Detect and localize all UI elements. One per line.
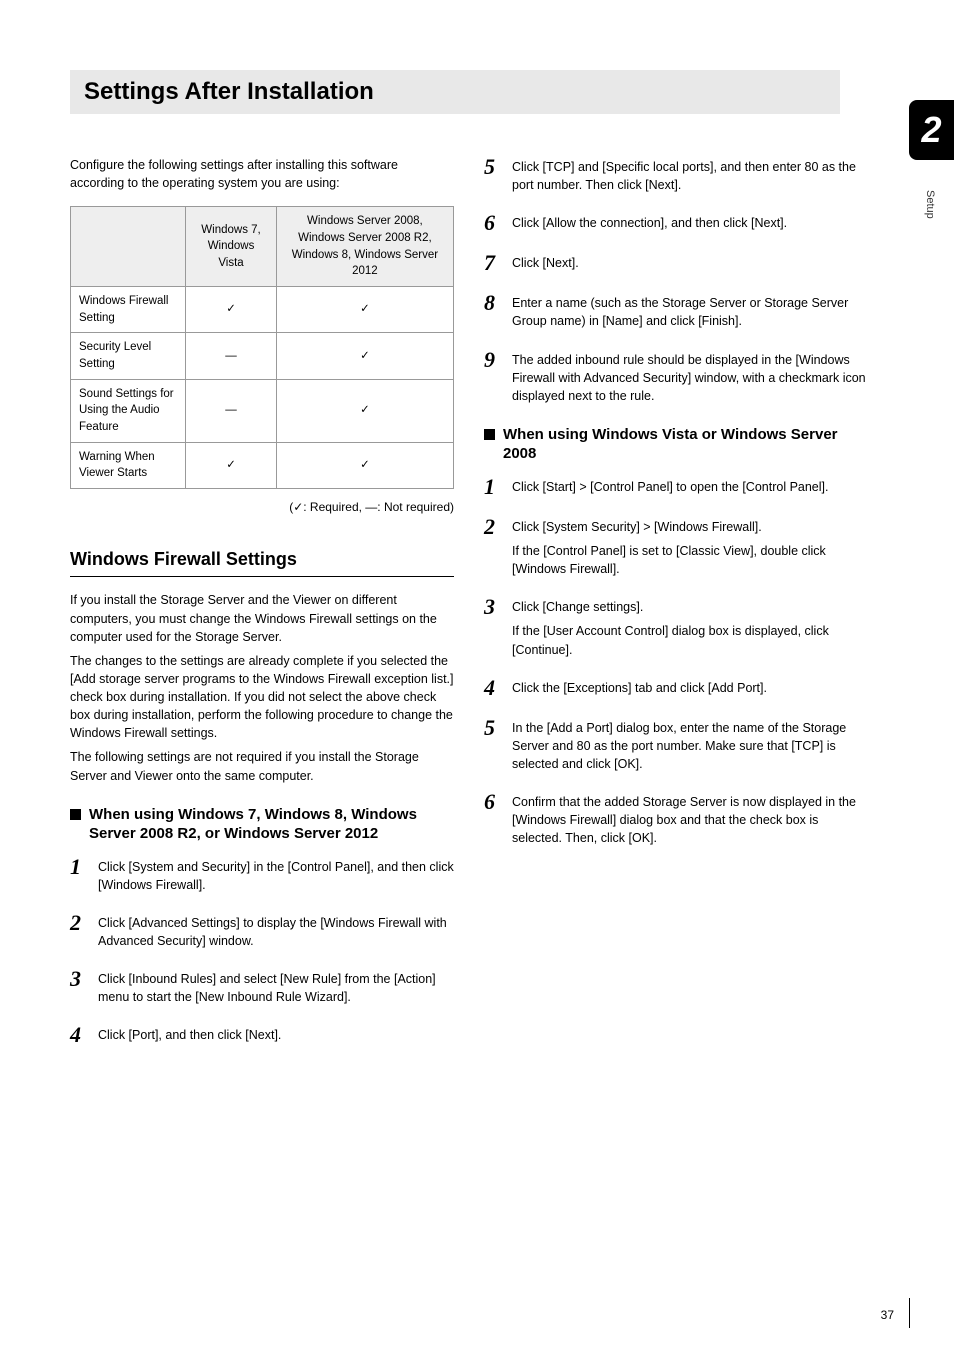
cell: — [186,333,277,379]
cell: ✓ [276,286,453,332]
cell: — [186,379,277,442]
step-item: 5 In the [Add a Port] dialog box, enter … [484,717,868,773]
step-text: In the [Add a Port] dialog box, enter th… [512,719,868,773]
step-text: Click [System and Security] in the [Cont… [98,856,454,894]
step-number: 8 [484,292,502,314]
step-text: Click [Advanced Settings] to display the… [98,912,454,950]
step-item: 6 Click [Allow the connection], and then… [484,212,868,234]
step-number: 3 [70,968,88,990]
step-item: 3 Click [Inbound Rules] and select [New … [70,968,454,1006]
step-item: 2 Click [Advanced Settings] to display t… [70,912,454,950]
step-number: 3 [484,596,502,618]
step-number: 6 [484,212,502,234]
step-number: 1 [70,856,88,878]
step-number: 2 [70,912,88,934]
cell: ✓ [276,379,453,442]
step-text: The added inbound rule should be display… [512,349,868,405]
step-number: 9 [484,349,502,371]
table-row: Security Level Setting — ✓ [71,333,454,379]
step-item: 1 Click [System and Security] in the [Co… [70,856,454,894]
para: The following settings are not required … [70,748,454,784]
row-label: Windows Firewall Setting [71,286,186,332]
step-number: 5 [484,156,502,178]
row-label: Security Level Setting [71,333,186,379]
step-item: 7 Click [Next]. [484,252,868,274]
step-item: 2 Click [System Security] > [Windows Fir… [484,516,868,578]
step-text: Enter a name (such as the Storage Server… [512,292,868,330]
step-number: 4 [70,1024,88,1046]
cell: ✓ [186,442,277,488]
settings-table: Windows 7, Windows Vista Windows Server … [70,206,454,489]
step-note: If the [User Account Control] dialog box… [512,622,868,658]
table-row: Warning When Viewer Starts ✓ ✓ [71,442,454,488]
intro-text: Configure the following settings after i… [70,156,454,192]
step-text: Click [Change settings]. [512,598,868,616]
step-number: 4 [484,677,502,699]
row-label: Warning When Viewer Starts [71,442,186,488]
step-note: If the [Control Panel] is set to [Classi… [512,542,868,578]
square-bullet-icon [484,429,495,440]
left-column: Configure the following settings after i… [70,156,454,1064]
step-item: 3 Click [Change settings]. If the [User … [484,596,868,658]
page-title: Settings After Installation [70,70,840,114]
cell: ✓ [276,442,453,488]
step-number: 1 [484,476,502,498]
step-text: Click the [Exceptions] tab and click [Ad… [512,679,868,697]
section-heading-firewall: Windows Firewall Settings [70,546,454,577]
table-row: Sound Settings for Using the Audio Featu… [71,379,454,442]
step-item: 4 Click [Port], and then click [Next]. [70,1024,454,1046]
step-text: Click [Allow the connection], and then c… [512,212,868,232]
step-item: 9 The added inbound rule should be displ… [484,349,868,405]
row-label: Sound Settings for Using the Audio Featu… [71,379,186,442]
square-bullet-icon [70,809,81,820]
th-blank [71,207,186,287]
th-col2: Windows Server 2008, Windows Server 2008… [276,207,453,287]
step-text: Confirm that the added Storage Server is… [512,793,868,847]
subheading-text: When using Windows 7, Windows 8, Windows… [89,805,454,844]
step-text: Click [TCP] and [Specific local ports], … [512,156,868,194]
para: The changes to the settings are already … [70,652,454,743]
page-footer-bar [909,1298,910,1328]
subheading-win7: When using Windows 7, Windows 8, Windows… [70,805,454,844]
step-item: 8 Enter a name (such as the Storage Serv… [484,292,868,330]
table-legend: (✓: Required, —: Not required) [70,499,454,516]
step-text: Click [Start] > [Control Panel] to open … [512,478,868,496]
cell: ✓ [186,286,277,332]
th-col1: Windows 7, Windows Vista [186,207,277,287]
subheading-vista: When using Windows Vista or Windows Serv… [484,425,868,464]
step-text: Click [Inbound Rules] and select [New Ru… [98,968,454,1006]
subheading-text: When using Windows Vista or Windows Serv… [503,425,868,464]
step-number: 7 [484,252,502,274]
table-row: Windows Firewall Setting ✓ ✓ [71,286,454,332]
cell: ✓ [276,333,453,379]
right-column: 5 Click [TCP] and [Specific local ports]… [484,156,868,1064]
step-item: 6 Confirm that the added Storage Server … [484,791,868,847]
para: If you install the Storage Server and th… [70,591,454,645]
step-text: Click [System Security] > [Windows Firew… [512,518,868,536]
step-text: Click [Port], and then click [Next]. [98,1024,454,1044]
step-number: 6 [484,791,502,813]
step-item: 1 Click [Start] > [Control Panel] to ope… [484,476,868,498]
step-text: Click [Next]. [512,252,868,272]
step-item: 4 Click the [Exceptions] tab and click [… [484,677,868,699]
step-number: 5 [484,717,502,739]
step-item: 5 Click [TCP] and [Specific local ports]… [484,156,868,194]
page-number: 37 [881,1308,894,1322]
step-number: 2 [484,516,502,538]
